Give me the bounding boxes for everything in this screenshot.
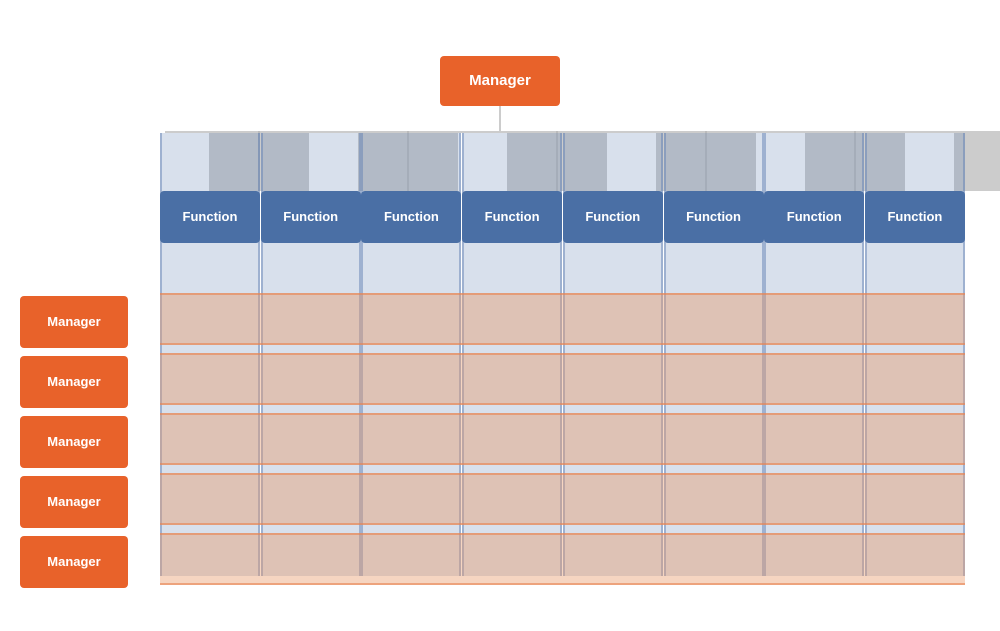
function-label-2: Function (283, 209, 338, 224)
manager-row-box-1: Manager (20, 296, 128, 348)
function-label-6: Function (686, 209, 741, 224)
h-band-1 (160, 293, 965, 345)
manager-row-box-2: Manager (20, 356, 128, 408)
function-box-5: Function (563, 191, 663, 243)
function-label-5: Function (585, 209, 640, 224)
h-band-3 (160, 413, 965, 465)
manager-row-box-4: Manager (20, 476, 128, 528)
function-box-1: Function (160, 191, 260, 243)
managers-column: Manager Manager Manager Manager Manager (20, 296, 128, 596)
function-box-3: Function (361, 191, 461, 243)
diagram-container: Manager Function Functi (20, 26, 980, 606)
function-label-8: Function (887, 209, 942, 224)
function-box-6: Function (664, 191, 764, 243)
h-band-4 (160, 473, 965, 525)
manager-row-label-4: Manager (47, 494, 100, 509)
top-manager-box: Manager (440, 56, 560, 106)
function-label-4: Function (485, 209, 540, 224)
function-label-3: Function (384, 209, 439, 224)
manager-row-label-5: Manager (47, 554, 100, 569)
h-band-2 (160, 353, 965, 405)
horizontal-bands (160, 293, 965, 593)
function-box-8: Function (865, 191, 965, 243)
manager-row-label-2: Manager (47, 374, 100, 389)
function-label-7: Function (787, 209, 842, 224)
manager-row-label-1: Manager (47, 314, 100, 329)
h-band-5 (160, 533, 965, 585)
top-vertical-connector (499, 106, 501, 133)
function-box-2: Function (261, 191, 361, 243)
manager-row-label-3: Manager (47, 434, 100, 449)
function-box-7: Function (764, 191, 864, 243)
functions-row: Function Function Function Function Func… (160, 191, 965, 243)
function-box-4: Function (462, 191, 562, 243)
manager-row-box-3: Manager (20, 416, 128, 468)
manager-row-box-5: Manager (20, 536, 128, 588)
top-manager-label: Manager (469, 72, 531, 89)
function-label-1: Function (183, 209, 238, 224)
